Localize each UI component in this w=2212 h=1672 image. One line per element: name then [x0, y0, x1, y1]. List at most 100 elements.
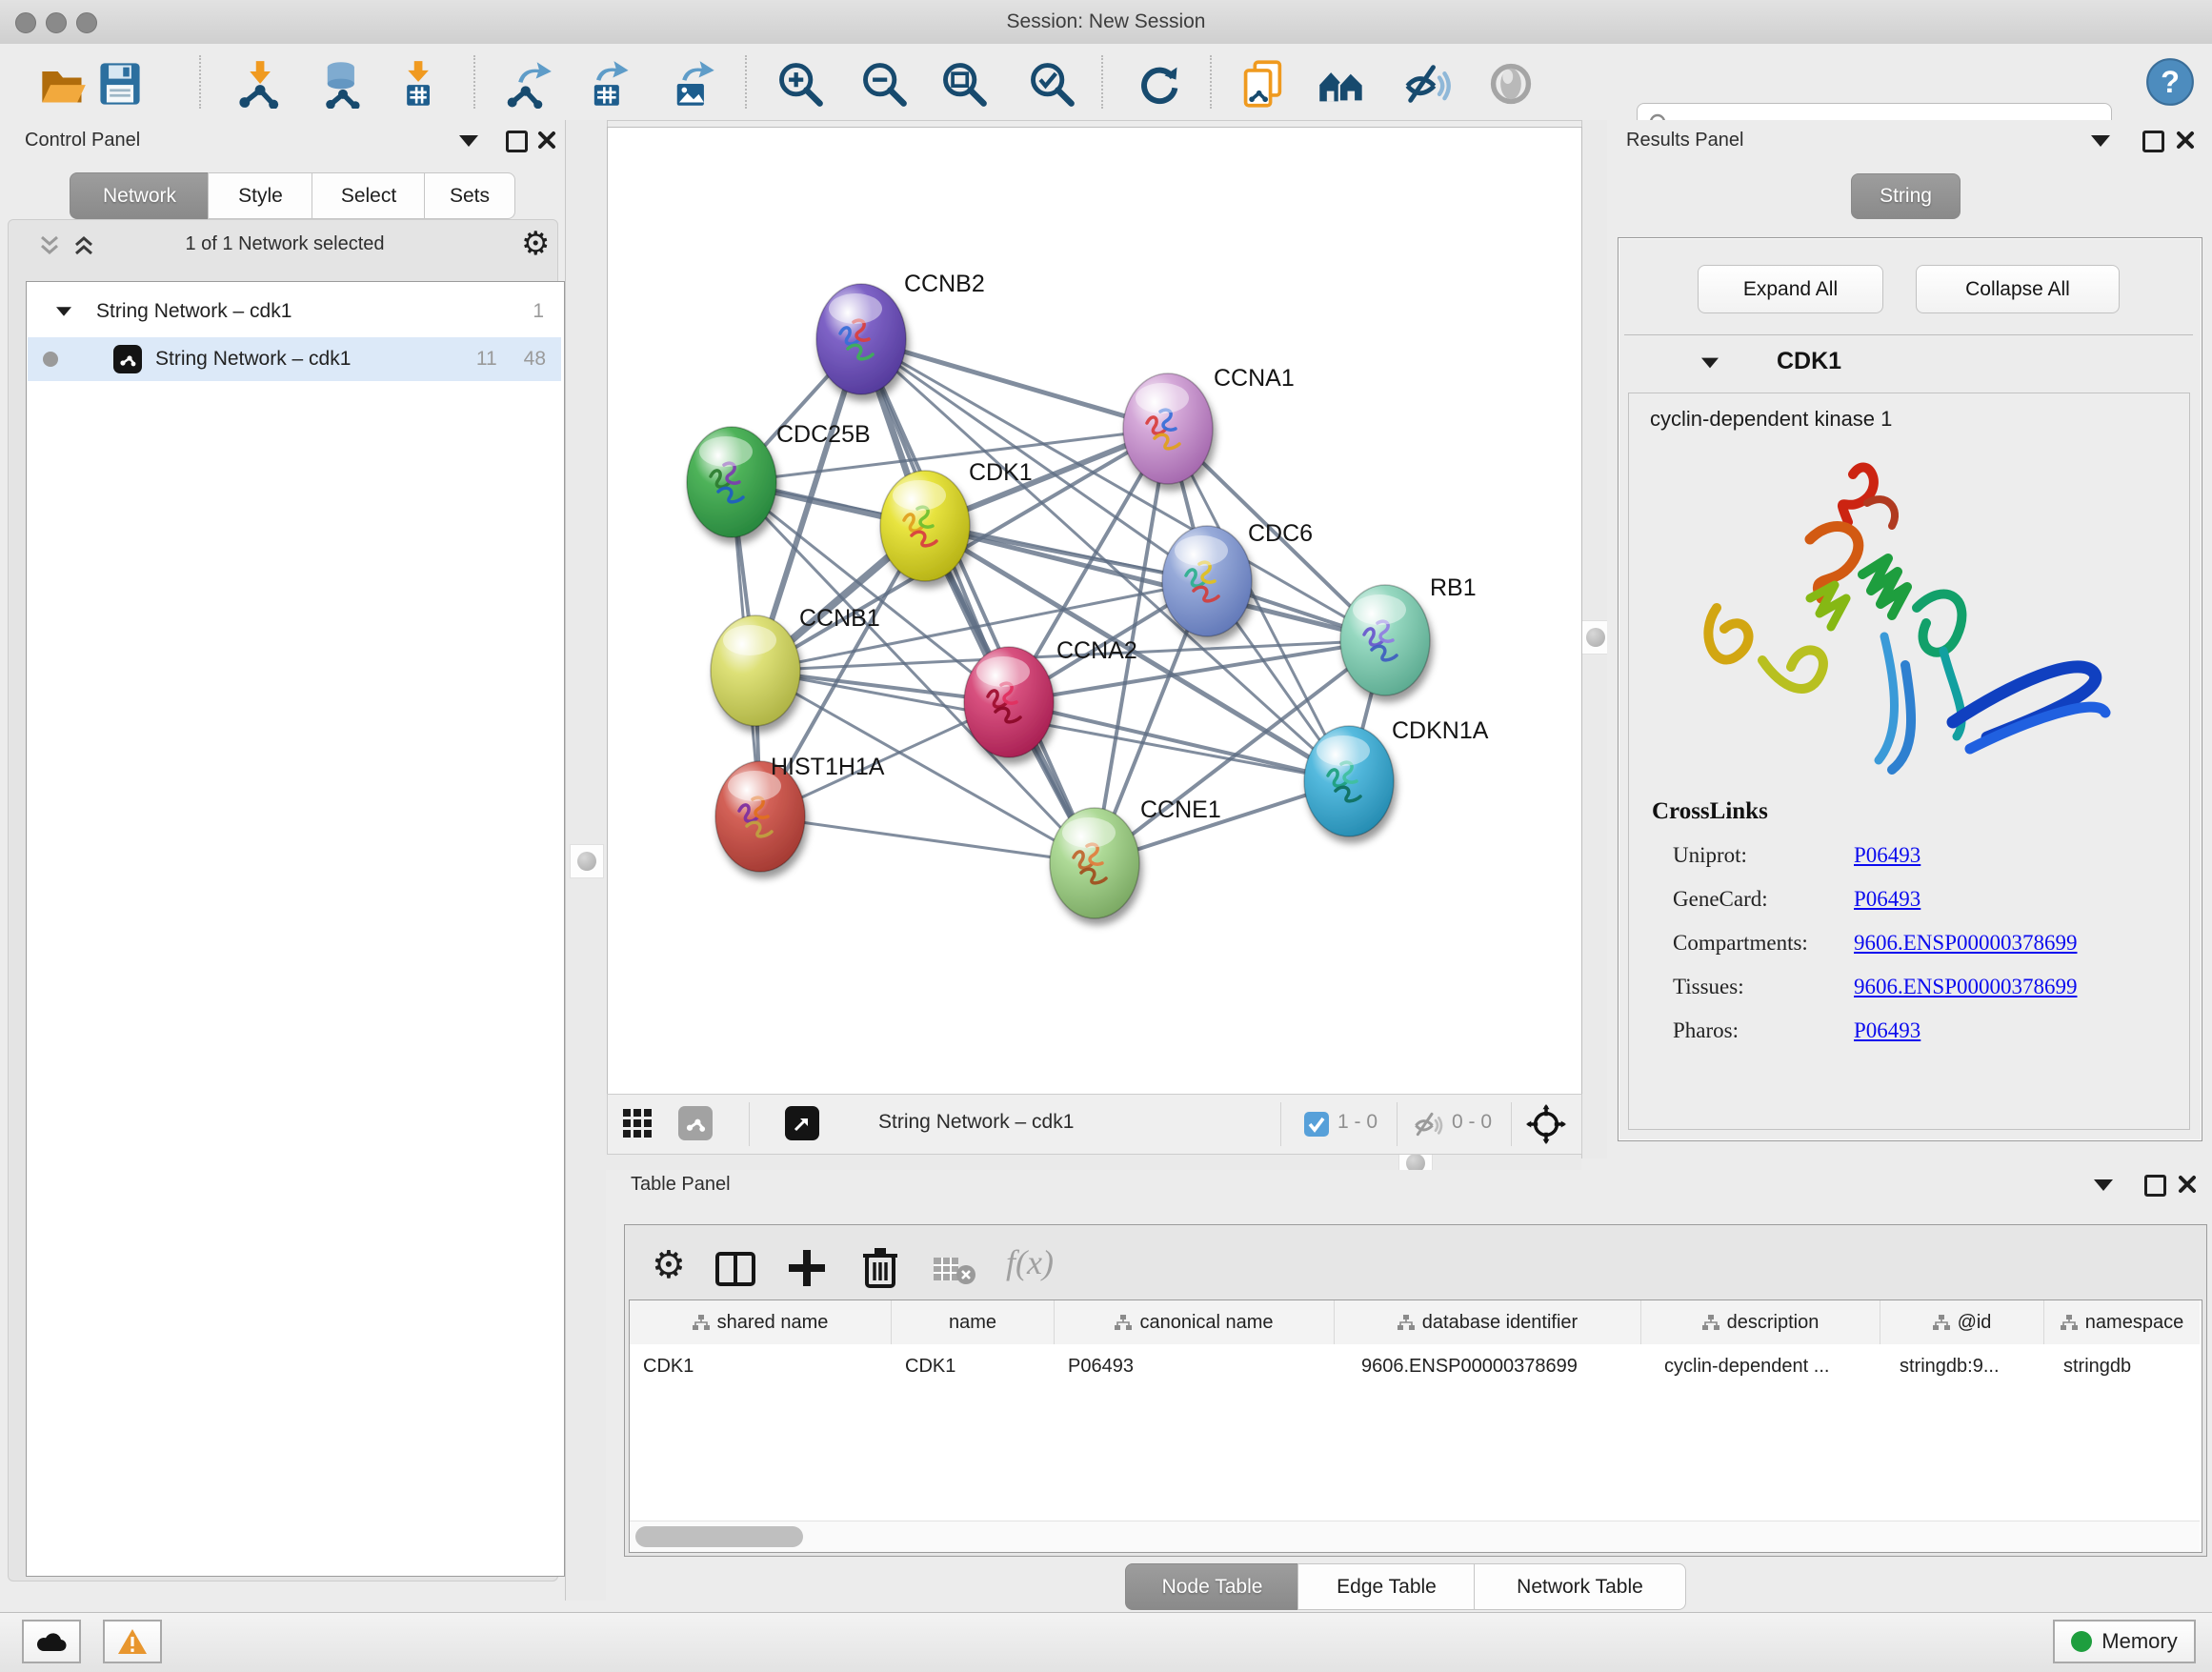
tab-sets[interactable]: Sets: [424, 172, 515, 219]
export-image-icon[interactable]: [668, 59, 717, 109]
node-RB1[interactable]: RB1: [1340, 574, 1477, 695]
table-cell[interactable]: CDK1: [892, 1345, 1054, 1388]
panel-float-icon[interactable]: [506, 131, 528, 152]
right-splitter[interactable]: [1581, 120, 1609, 1158]
crosslink-tissues-link[interactable]: 9606.ENSP00000378699: [1854, 975, 2078, 999]
chevron-double-up-icon[interactable]: [71, 233, 96, 258]
crosshair-icon[interactable]: [1526, 1104, 1566, 1144]
tab-network-table[interactable]: Network Table: [1474, 1563, 1686, 1610]
houses-icon[interactable]: [1317, 59, 1366, 109]
collapse-all-button[interactable]: Collapse All: [1916, 265, 2120, 313]
tab-select[interactable]: Select: [312, 172, 426, 219]
minimize-window-icon[interactable]: [46, 12, 67, 33]
column-label: canonical name: [1139, 1312, 1273, 1334]
tab-style[interactable]: Style: [208, 172, 313, 219]
tree-expand-icon[interactable]: [56, 307, 71, 316]
panel-float-icon[interactable]: [2142, 131, 2164, 152]
column-header-name[interactable]: name: [892, 1300, 1055, 1344]
left-splitter[interactable]: [565, 120, 608, 1601]
cloud-button[interactable]: [22, 1620, 81, 1663]
column-header-namespace[interactable]: namespace: [2044, 1300, 2200, 1344]
edge-CCNB2-CCNE1[interactable]: [861, 339, 1095, 863]
table-gear-icon[interactable]: ⚙: [652, 1246, 686, 1284]
hidden-eye-slash-icon[interactable]: [1412, 1109, 1444, 1139]
table-cell[interactable]: 9606.ENSP00000378699: [1335, 1345, 1640, 1388]
column-header-id[interactable]: @id: [1880, 1300, 2044, 1344]
network-share-view-icon[interactable]: [678, 1106, 713, 1140]
memory-button[interactable]: Memory: [2053, 1620, 2196, 1663]
save-icon[interactable]: [95, 59, 145, 109]
protein-structure-image: [1667, 446, 2115, 779]
function-builder-icon: f(x): [1006, 1242, 1054, 1282]
tree-row-collection[interactable]: String Network – cdk1 1: [28, 290, 561, 333]
panel-collapse-icon[interactable]: [2091, 135, 2110, 147]
gear-icon[interactable]: ⚙: [521, 228, 550, 260]
horizontal-splitter[interactable]: [606, 1154, 1581, 1170]
maximize-window-icon[interactable]: [76, 12, 97, 33]
table-cell[interactable]: P06493: [1055, 1345, 1334, 1388]
delete-column-icon[interactable]: [861, 1246, 899, 1290]
selected-checkbox-icon[interactable]: [1303, 1111, 1330, 1138]
node-CDKN1A[interactable]: CDKN1A: [1304, 717, 1489, 836]
panel-close-icon[interactable]: [2176, 131, 2195, 150]
edge-HIST1H1A-CCNE1[interactable]: [760, 816, 1095, 863]
export-table-icon[interactable]: [584, 59, 633, 109]
close-window-icon[interactable]: [15, 12, 36, 33]
crosslink-pharos-link[interactable]: P06493: [1854, 1018, 1920, 1043]
column-header-shared-name[interactable]: shared name: [630, 1300, 892, 1344]
zoom-fit-icon[interactable]: [939, 59, 989, 109]
birdseye-view-icon[interactable]: [785, 1106, 819, 1140]
expand-all-button[interactable]: Expand All: [1698, 265, 1883, 313]
eye-slash-icon[interactable]: [1402, 59, 1452, 109]
tab-node-table[interactable]: Node Table: [1125, 1563, 1299, 1610]
network-view[interactable]: CCNB2CCNA1CDC25BCDK1CDC6RB1CCNB1CCNA2CDK…: [607, 127, 1582, 1095]
crosslink-label: GeneCard:: [1673, 887, 1768, 911]
refresh-icon[interactable]: [1134, 59, 1183, 109]
gene-collapse-icon[interactable]: [1701, 358, 1719, 369]
export-network-icon[interactable]: [504, 59, 553, 109]
tree-network-edge-count: 48: [524, 348, 546, 371]
crosslink-genecard-link[interactable]: P06493: [1854, 887, 1920, 912]
warning-button[interactable]: [103, 1620, 162, 1663]
tab-edge-table[interactable]: Edge Table: [1297, 1563, 1476, 1610]
import-network-database-icon[interactable]: [318, 59, 368, 109]
show-columns-icon[interactable]: [715, 1252, 755, 1286]
table-cell[interactable]: stringdb: [2044, 1345, 2200, 1388]
browser-documents-icon[interactable]: [1238, 59, 1288, 109]
chevron-double-down-icon[interactable]: [37, 233, 62, 258]
column-header-database-identifier[interactable]: database identifier: [1335, 1300, 1641, 1344]
column-header-description[interactable]: description: [1641, 1300, 1880, 1344]
open-file-icon[interactable]: [38, 59, 88, 109]
table-cell[interactable]: CDK1: [630, 1345, 891, 1388]
column-header-canonical-name[interactable]: canonical name: [1055, 1300, 1335, 1344]
tree-row-network[interactable]: String Network – cdk1 11 48: [28, 337, 561, 381]
horizontal-scrollbar-thumb[interactable]: [635, 1526, 803, 1547]
grid-view-icon[interactable]: [621, 1107, 655, 1141]
panel-close-icon[interactable]: [537, 131, 556, 150]
tab-network[interactable]: Network: [70, 172, 210, 219]
zoom-selected-icon[interactable]: [1027, 59, 1076, 109]
panel-collapse-icon[interactable]: [459, 135, 478, 147]
import-network-icon[interactable]: [234, 59, 284, 109]
crosslink-compartments-link[interactable]: 9606.ENSP00000378699: [1854, 931, 2078, 956]
horizontal-scrollbar[interactable]: [630, 1521, 2200, 1552]
edge-CCNA2-CDKN1A[interactable]: [1009, 702, 1349, 781]
tab-string[interactable]: String: [1851, 173, 1961, 219]
network-graph[interactable]: CCNB2CCNA1CDC25BCDK1CDC6RB1CCNB1CCNA2CDK…: [608, 128, 1581, 1094]
table-cell[interactable]: stringdb:9...: [1880, 1345, 2043, 1388]
node-CCNE1[interactable]: CCNE1: [1050, 796, 1221, 918]
help-icon[interactable]: ?: [2145, 57, 2195, 107]
add-column-icon[interactable]: [787, 1248, 827, 1288]
panel-float-icon[interactable]: [2144, 1175, 2166, 1197]
window-controls[interactable]: [15, 12, 107, 38]
zoom-in-icon[interactable]: [775, 59, 825, 109]
panel-collapse-icon[interactable]: [2094, 1179, 2113, 1191]
import-table-icon[interactable]: [392, 59, 442, 109]
panel-close-icon[interactable]: [2178, 1175, 2197, 1194]
edge-CCNB2-CCNA1[interactable]: [861, 339, 1168, 429]
table-cell[interactable]: cyclin-dependent ...: [1641, 1345, 1880, 1388]
left-splitter-handle[interactable]: [570, 844, 604, 878]
crosslink-uniprot-link[interactable]: P06493: [1854, 843, 1920, 868]
node-HIST1H1A[interactable]: HIST1H1A: [715, 754, 885, 872]
zoom-out-icon[interactable]: [859, 59, 909, 109]
